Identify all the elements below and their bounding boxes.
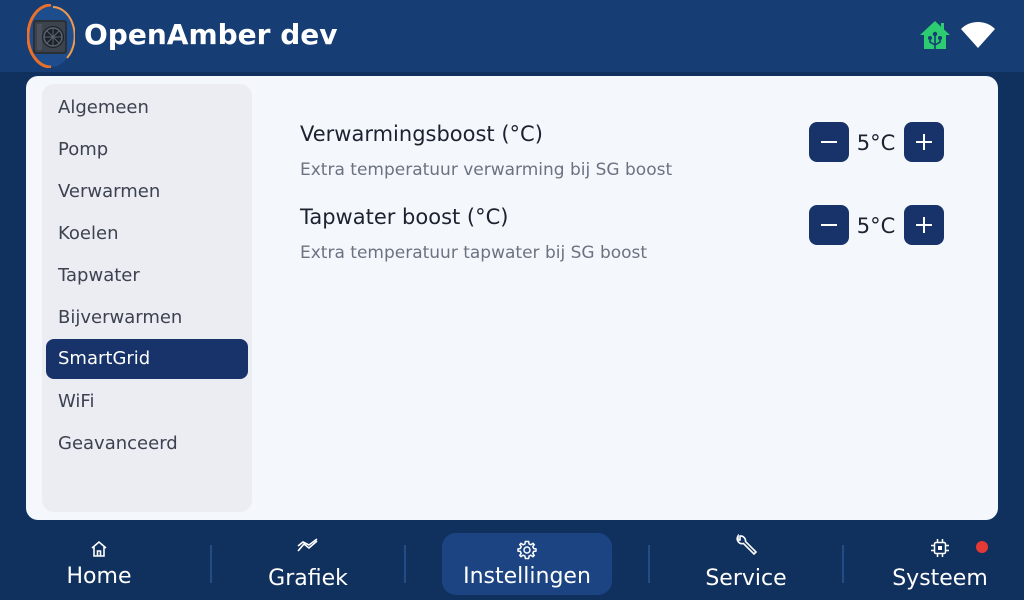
nav-divider [404, 545, 406, 583]
minus-icon [821, 224, 837, 226]
minus-icon [821, 141, 837, 143]
app-title: OpenAmber dev [84, 18, 338, 51]
sidebar-item-geavanceerd[interactable]: Geavanceerd [46, 424, 248, 464]
wifi-icon [961, 21, 995, 48]
verwarmingsboost-decrease-button[interactable] [809, 122, 849, 162]
nav-service[interactable]: Service [661, 530, 831, 596]
nav-instellingen[interactable]: Instellingen [442, 530, 612, 596]
sidebar-item-verwarmen[interactable]: Verwarmen [46, 172, 248, 212]
sidebar-item-smartgrid[interactable]: SmartGrid [46, 339, 248, 379]
heat-pump-logo-icon [27, 4, 75, 68]
plus-icon [916, 217, 932, 233]
alert-dot [976, 541, 988, 553]
home-icon [91, 540, 107, 557]
setting-description-tapwater-boost: Extra temperatuur tapwater bij SG boost [300, 243, 648, 263]
nav-service-label: Service [705, 566, 787, 591]
sidebar-item-wifi[interactable]: WiFi [46, 382, 248, 422]
setting-title-verwarmingsboost: Verwarmingsboost (°C) [300, 122, 543, 146]
nav-home-label: Home [66, 564, 132, 589]
chip-icon [931, 539, 949, 557]
setting-description-verwarmingsboost: Extra temperatuur verwarming bij SG boos… [300, 160, 673, 180]
app-header: OpenAmber dev [0, 0, 1024, 72]
chart-icon [297, 538, 318, 552]
nav-divider [842, 545, 844, 583]
sidebar-item-pomp[interactable]: Pomp [46, 130, 248, 170]
tapwater-boost-decrease-button[interactable] [809, 205, 849, 245]
tapwater-boost-increase-button[interactable] [904, 205, 944, 245]
settings-sidebar: Algemeen Pomp Verwarmen Koelen Tapwater … [42, 84, 252, 512]
sidebar-item-algemeen[interactable]: Algemeen [46, 88, 248, 128]
nav-grafiek-label: Grafiek [268, 566, 348, 591]
nav-systeem[interactable]: Systeem [855, 530, 1024, 596]
plus-icon [916, 134, 932, 150]
nav-instellingen-label: Instellingen [463, 564, 591, 589]
wrench-icon [736, 534, 758, 556]
settings-panel: Algemeen Pomp Verwarmen Koelen Tapwater … [26, 76, 998, 520]
sidebar-item-bijverwarmen[interactable]: Bijverwarmen [46, 298, 248, 338]
nav-grafiek[interactable]: Grafiek [223, 530, 393, 596]
nav-divider [648, 545, 650, 583]
sidebar-item-tapwater[interactable]: Tapwater [46, 256, 248, 296]
tapwater-boost-value: 5°C [856, 214, 896, 238]
sidebar-item-koelen[interactable]: Koelen [46, 214, 248, 254]
nav-home[interactable]: Home [14, 530, 184, 596]
nav-systeem-label: Systeem [892, 566, 988, 591]
verwarmingsboost-value: 5°C [856, 131, 896, 155]
setting-title-tapwater-boost: Tapwater boost (°C) [300, 205, 509, 229]
gear-icon [517, 540, 537, 560]
verwarmingsboost-increase-button[interactable] [904, 122, 944, 162]
nav-divider [210, 545, 212, 583]
home-assistant-icon [920, 21, 950, 49]
